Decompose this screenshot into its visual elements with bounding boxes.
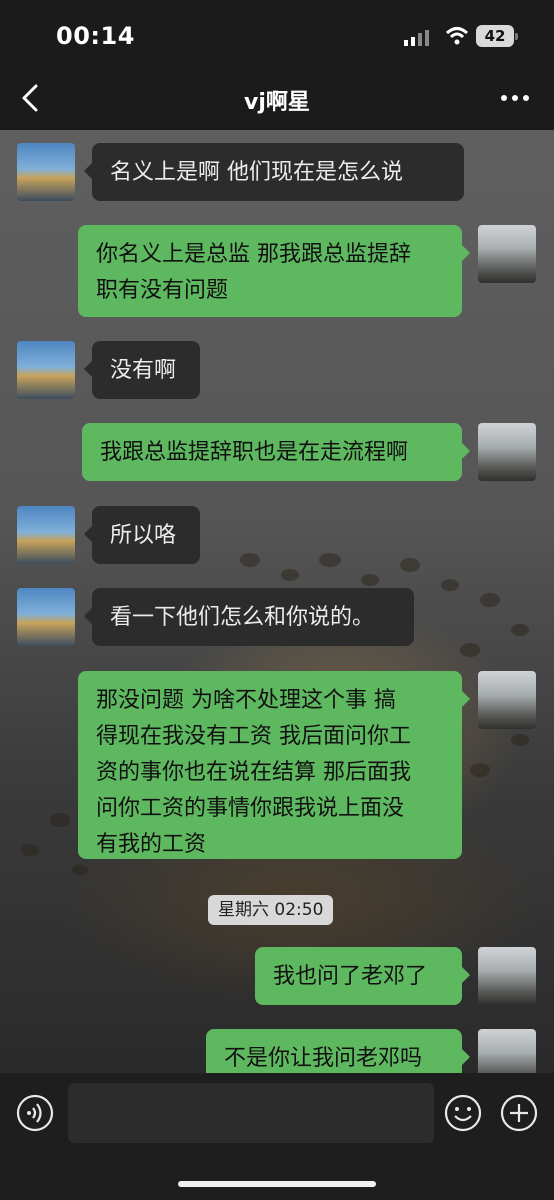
message-bubble-outgoing[interactable]: 我跟总监提辞职也是在走流程啊 xyxy=(82,423,470,481)
chat-header: vj啊星 xyxy=(0,70,554,130)
voice-icon[interactable] xyxy=(16,1094,54,1132)
my-avatar[interactable] xyxy=(478,423,536,481)
message-bubble-outgoing[interactable]: 不是你让我问老邓吗 xyxy=(206,1029,470,1074)
message-input[interactable] xyxy=(68,1083,434,1143)
signal-icon xyxy=(404,30,429,46)
my-avatar[interactable] xyxy=(478,225,536,283)
status-bar: 00:14 42 xyxy=(0,0,554,70)
plus-circle-icon[interactable] xyxy=(500,1094,538,1132)
message-bubble-outgoing[interactable]: 我也问了老邓了 xyxy=(255,947,470,1005)
contact-avatar[interactable] xyxy=(17,341,75,399)
contact-avatar[interactable] xyxy=(17,506,75,564)
chat-title: vj啊星 xyxy=(244,90,310,115)
my-avatar[interactable] xyxy=(478,947,536,1005)
battery-indicator: 42 xyxy=(476,25,518,47)
message-bubble-incoming[interactable]: 没有啊 xyxy=(84,341,200,399)
message-bubble-outgoing[interactable]: 那没问题 为啥不处理这个事 搞 得现在我没有工资 我后面问你工 资的事你也在说在… xyxy=(78,671,470,859)
contact-avatar[interactable] xyxy=(17,588,75,646)
my-avatar[interactable] xyxy=(478,1029,536,1074)
message-bubble-incoming[interactable]: 名义上是啊 他们现在是怎么说 xyxy=(84,143,464,201)
wifi-icon xyxy=(445,27,469,45)
message-bubble-incoming[interactable]: 看一下他们怎么和你说的。 xyxy=(84,588,414,646)
my-avatar[interactable] xyxy=(478,671,536,729)
more-dots-icon[interactable] xyxy=(498,84,532,112)
time-separator: 星期六 02:50 xyxy=(208,895,334,925)
message-list[interactable]: 名义上是啊 他们现在是怎么说 你名义上是总监 那我跟总监提辞 职有没有问题 没有… xyxy=(0,130,554,1074)
status-time: 00:14 xyxy=(56,22,135,50)
emoji-icon[interactable] xyxy=(444,1094,482,1132)
contact-avatar[interactable] xyxy=(17,143,75,201)
message-bubble-outgoing[interactable]: 你名义上是总监 那我跟总监提辞 职有没有问题 xyxy=(78,225,470,317)
home-indicator xyxy=(178,1181,376,1187)
message-bubble-incoming[interactable]: 所以咯 xyxy=(84,506,200,564)
